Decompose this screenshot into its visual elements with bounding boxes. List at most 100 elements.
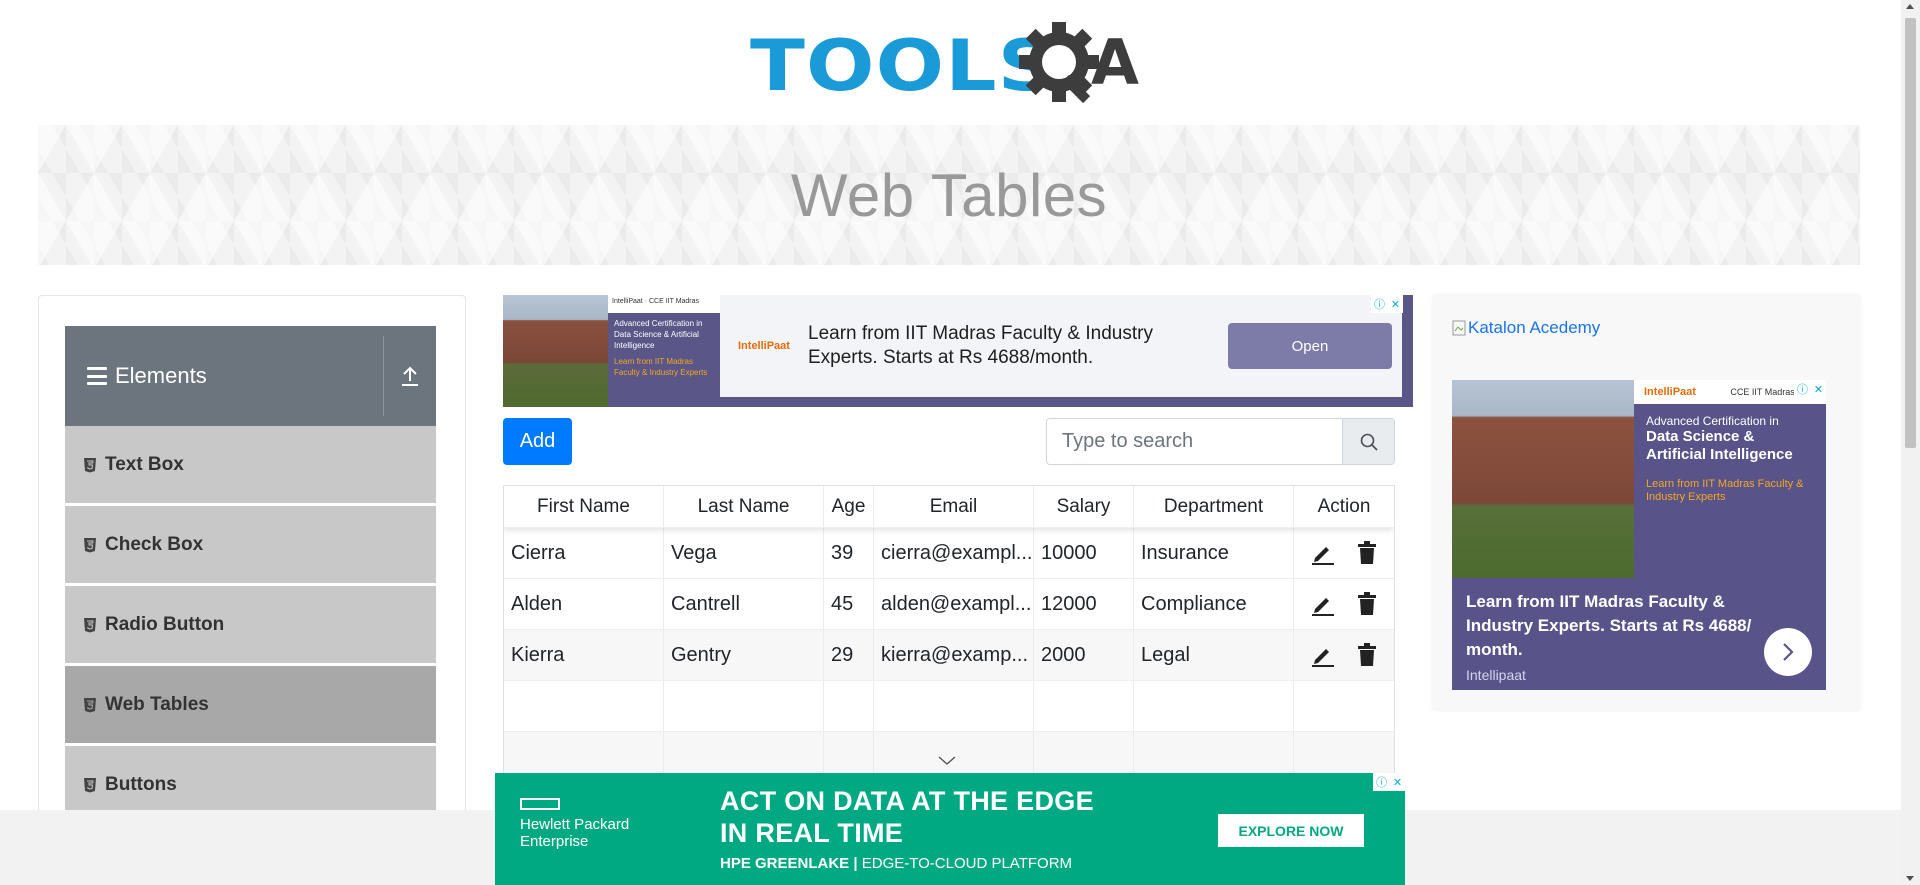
table-header-row: First Name Last Name Age Email Salary De… xyxy=(504,486,1394,528)
ad-message: Learn from IIT Madras Faculty & Industry… xyxy=(1466,592,1752,659)
sidebar-item-label: Check Box xyxy=(105,533,204,555)
sidebar-item-label: Radio Button xyxy=(105,613,225,635)
logo-wordmark: TOOLS xyxy=(750,25,1057,107)
ad-mini-creative: IntelliPaat · CCE IIT Madras Advanced Ce… xyxy=(608,295,720,407)
search-input[interactable] xyxy=(1047,419,1342,464)
ad-building-photo xyxy=(503,295,608,407)
sidebar-item-text-box[interactable]: Text Box xyxy=(65,426,436,504)
cell-age: 29 xyxy=(824,630,874,680)
ad-subline: HPE GREENLAKE | EDGE-TO-CLOUD PLATFORM xyxy=(720,855,1073,872)
column-header-action: Action xyxy=(1317,495,1371,517)
edit-icon[interactable] xyxy=(1311,592,1335,616)
table-row: Alden Cantrell 45 alden@exampl... 12000 … xyxy=(504,579,1394,630)
ad-advertiser: Intellipaat xyxy=(1466,667,1526,684)
broken-image-link[interactable]: Katalon Acedemy xyxy=(1452,318,1600,338)
sidebar: Elements Text Box Check Box Radio Button… xyxy=(38,295,466,855)
column-header-age[interactable]: Age xyxy=(824,486,874,527)
delete-icon[interactable] xyxy=(1357,541,1377,565)
ad-message-panel: IntelliPaat Learn from IIT Madras Facult… xyxy=(720,295,1402,397)
delete-icon[interactable] xyxy=(1357,592,1377,616)
cell-first-name: Cierra xyxy=(504,528,664,578)
ad-message: Learn from IIT Madras Faculty & Industry… xyxy=(808,323,1153,368)
sidebar-item-label: Web Tables xyxy=(105,693,209,715)
cell-age: 45 xyxy=(824,579,874,629)
intellipaat-logo: IntelliPaat xyxy=(738,340,790,352)
ad-choices-icon[interactable]: ⓘ ✕ xyxy=(1794,380,1826,398)
ad-side-text: IntelliPaat CCE IIT Madras Advanced Cert… xyxy=(1634,380,1826,578)
column-header-salary[interactable]: Salary xyxy=(1034,486,1134,527)
broken-image-icon xyxy=(1452,320,1466,336)
html5-icon xyxy=(84,537,96,552)
ad-mini-title: Advanced Certification in Data Science &… xyxy=(614,319,703,350)
cell-email: kierra@examp... xyxy=(874,630,1034,680)
web-table: First Name Last Name Age Email Salary De… xyxy=(503,485,1395,785)
cell-email: alden@exampl... xyxy=(874,579,1034,629)
column-header-first-name[interactable]: First Name xyxy=(504,486,664,527)
scrollbar-thumb[interactable] xyxy=(1905,18,1916,448)
right-ad[interactable]: Katalon Acedemy IntelliPaat CCE IIT Madr… xyxy=(1433,295,1860,710)
ad-choices-icon[interactable]: ⓘ ✕ xyxy=(1373,773,1405,791)
bottom-ad-banner[interactable]: Hewlett Packard Enterprise ACT ON DATA A… xyxy=(495,773,1405,885)
ad-open-button[interactable]: Open xyxy=(1228,323,1392,369)
column-header-last-name[interactable]: Last Name xyxy=(664,486,824,527)
toolsqa-logo[interactable]: TOOLS A xyxy=(750,18,1152,114)
scroll-down-icon[interactable] xyxy=(1906,876,1914,881)
column-header-email[interactable]: Email xyxy=(874,486,1034,527)
hamburger-icon xyxy=(87,367,107,385)
ad-next-button[interactable] xyxy=(1764,628,1812,676)
scroll-up-icon[interactable] xyxy=(1906,4,1914,9)
delete-icon[interactable] xyxy=(1357,643,1377,667)
table-row: Kierra Gentry 29 kierra@examp... 2000 Le… xyxy=(504,630,1394,681)
top-ad-banner[interactable]: IntelliPaat · CCE IIT Madras Advanced Ce… xyxy=(503,295,1413,407)
cell-salary: 12000 xyxy=(1034,579,1134,629)
html5-icon xyxy=(84,617,96,632)
html5-icon xyxy=(84,697,96,712)
cell-last-name: Cantrell xyxy=(664,579,824,629)
sidebar-item-label: Buttons xyxy=(105,773,177,795)
collapse-icon[interactable] xyxy=(384,365,436,387)
search-box xyxy=(1046,418,1395,465)
cell-salary: 2000 xyxy=(1034,630,1134,680)
cell-department: Insurance xyxy=(1134,528,1294,578)
explore-now-button[interactable]: EXPLORE NOW xyxy=(1218,814,1364,847)
edit-icon[interactable] xyxy=(1311,643,1335,667)
cell-department: Legal xyxy=(1134,630,1294,680)
chevron-down-icon[interactable] xyxy=(938,756,956,766)
sidebar-item-web-tables[interactable]: Web Tables xyxy=(65,666,436,744)
cell-email: cierra@exampl... xyxy=(874,528,1034,578)
html5-icon xyxy=(84,457,96,472)
sidebar-item-check-box[interactable]: Check Box xyxy=(65,506,436,584)
sidebar-item-label: Text Box xyxy=(105,453,184,475)
edit-icon[interactable] xyxy=(1311,541,1335,565)
cell-salary: 10000 xyxy=(1034,528,1134,578)
sidebar-item-radio-button[interactable]: Radio Button xyxy=(65,586,436,664)
logo-a-letter: A xyxy=(1091,26,1139,99)
page-scrollbar[interactable] xyxy=(1901,0,1920,885)
cell-first-name: Kierra xyxy=(504,630,664,680)
add-record-button[interactable]: Add xyxy=(503,418,572,465)
search-button[interactable] xyxy=(1342,419,1394,464)
elements-group-header[interactable]: Elements xyxy=(65,326,436,426)
broken-image-alt: Katalon Acedemy xyxy=(1468,318,1601,337)
cell-age: 39 xyxy=(824,528,874,578)
column-header-department[interactable]: Department xyxy=(1134,486,1294,527)
ad-mini-logo: IntelliPaat · CCE IIT Madras xyxy=(608,295,720,313)
right-ad-creative[interactable]: IntelliPaat CCE IIT Madras Advanced Cert… xyxy=(1452,380,1826,690)
cell-last-name: Gentry xyxy=(664,630,824,680)
ad-building-photo xyxy=(1452,380,1634,578)
cell-action xyxy=(1294,579,1394,629)
chevron-right-icon xyxy=(1783,643,1794,661)
ad-choices-icon[interactable]: ⓘ ✕ xyxy=(1371,295,1403,313)
search-icon xyxy=(1360,433,1378,451)
table-row-empty xyxy=(504,681,1394,732)
ad-headline: ACT ON DATA AT THE EDGE IN REAL TIME xyxy=(720,786,1094,849)
ad-mini-sub: Learn from IIT Madras Faculty & Industry… xyxy=(614,357,708,378)
hpe-rectangle-icon xyxy=(520,798,560,810)
cell-department: Compliance xyxy=(1134,579,1294,629)
ad-title-big: Data Science & Artificial Intelligence xyxy=(1646,428,1793,463)
cell-action xyxy=(1294,630,1394,680)
cell-last-name: Vega xyxy=(664,528,824,578)
ad-subtitle: Learn from IIT Madras Faculty & Industry… xyxy=(1646,478,1804,504)
hpe-logo: Hewlett Packard Enterprise xyxy=(520,798,629,851)
page-banner: Web Tables xyxy=(38,125,1860,265)
